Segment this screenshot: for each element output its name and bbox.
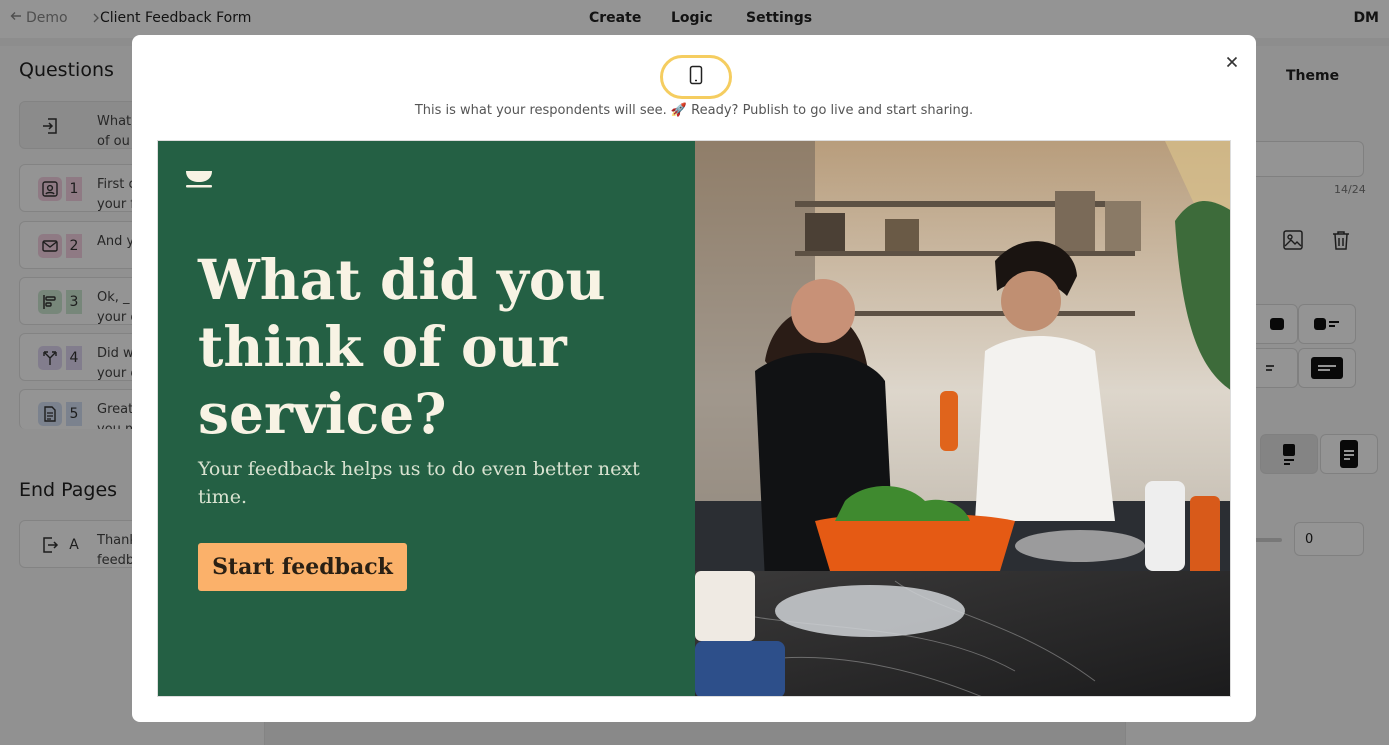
welcome-headline: What did you think of our service?	[198, 247, 606, 446]
kitchen-photo	[695, 141, 1230, 696]
survey-preview: What did you think of our service? Your …	[157, 140, 1231, 697]
close-icon[interactable]	[1221, 51, 1243, 73]
welcome-subheadline: Your feedback helps us to do even better…	[198, 458, 640, 508]
mobile-icon	[689, 65, 703, 89]
preview-modal: This is what your respondents will see. …	[132, 35, 1256, 722]
preview-notice: This is what your respondents will see. …	[414, 103, 974, 118]
bowl-logo-icon	[184, 169, 214, 193]
welcome-card: What did you think of our service? Your …	[158, 141, 695, 696]
start-feedback-button[interactable]: Start feedback	[198, 543, 407, 591]
mobile-view-toggle[interactable]	[660, 55, 732, 99]
